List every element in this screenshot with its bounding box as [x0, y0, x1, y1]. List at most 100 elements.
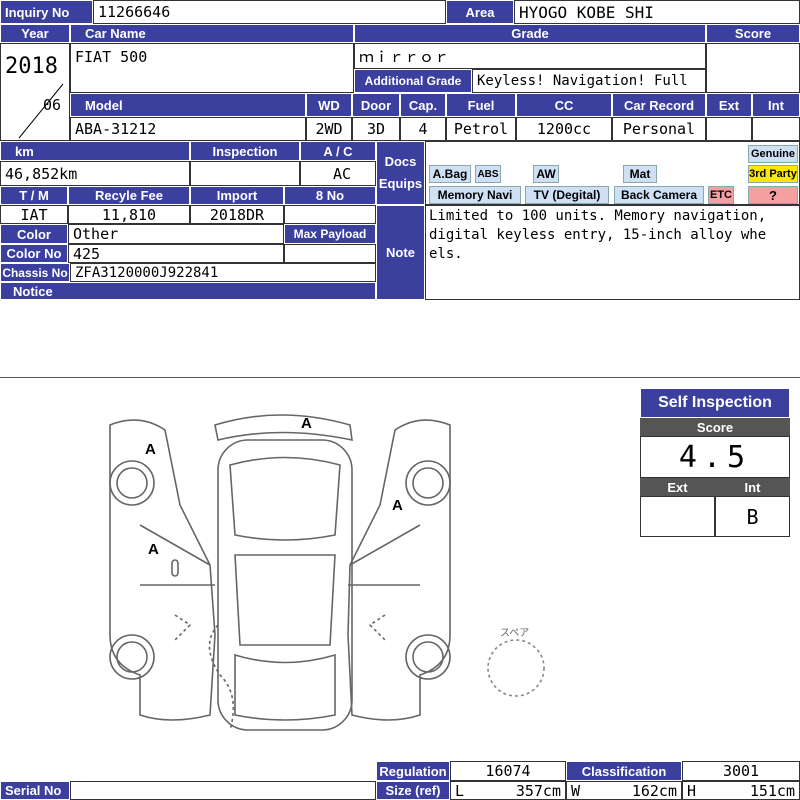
model-label: Model — [70, 93, 306, 117]
cc-value: 1200cc — [516, 117, 612, 141]
notice-area — [0, 300, 800, 378]
back-camera-badge: Back Camera — [614, 186, 704, 204]
self-inspection-ext-value — [640, 496, 715, 537]
score-label: Score — [706, 24, 800, 43]
damage-mark-left-rear: A — [145, 441, 156, 458]
cc-label: CC — [516, 93, 612, 117]
import-value: 2018DR — [190, 205, 284, 224]
damage-mark-right-rear: A — [392, 497, 403, 514]
note-text: Limited to 100 units. Memory navigation,… — [429, 208, 767, 262]
mat-badge: Mat — [623, 165, 657, 183]
car-damage-diagram — [109, 414, 451, 731]
damage-mark-left-door: A — [148, 541, 159, 558]
recyle-fee-label: Recyle Fee — [68, 186, 190, 205]
eight-no-value — [284, 205, 376, 224]
inquiry-no-label: Inquiry No — [0, 0, 93, 24]
damage-mark-rear: A — [301, 415, 312, 432]
memory-navi-badge: Memory Navi — [429, 186, 521, 204]
km-label: km — [0, 141, 190, 161]
regulation-label: Regulation — [376, 761, 450, 781]
width-value: 162cm — [631, 781, 677, 800]
self-inspection-title: Self Inspection — [640, 388, 790, 418]
fuel-value: Petrol — [446, 117, 516, 141]
int-value — [752, 117, 800, 141]
question-badge: ? — [748, 186, 798, 204]
ext-label: Ext — [706, 93, 752, 117]
car-record-label: Car Record — [612, 93, 706, 117]
length-label: L — [455, 781, 465, 800]
color-no-label: Color No — [0, 244, 68, 263]
km-value: 46,852km — [0, 161, 190, 186]
year-value: 2018 — [5, 54, 58, 79]
classification-label: Classification — [566, 761, 682, 781]
size-ref-label: Size (ref) — [376, 781, 450, 800]
grade-value: ｍｉｒｒｏｒ — [354, 43, 706, 69]
abs-badge: ABS — [475, 165, 501, 183]
year-cell: 2018 06 — [0, 43, 70, 141]
area-label: Area — [446, 0, 514, 24]
serial-no-label: Serial No — [0, 781, 70, 800]
additional-grade-value: Keyless! Navigation! Full — [472, 69, 706, 93]
genuine-badge: Genuine — [748, 145, 798, 163]
self-inspection-score-value: 4.5 — [640, 436, 790, 478]
year-label: Year — [0, 24, 70, 43]
abag-badge: A.Bag — [429, 165, 471, 183]
tm-value: IAT — [0, 205, 68, 224]
color-no-value: 425 — [68, 244, 284, 263]
etc-badge: ETC — [708, 186, 734, 204]
top-view — [208, 414, 353, 731]
fuel-label: Fuel — [446, 93, 516, 117]
car-name-value: FIAT 500 — [70, 43, 354, 93]
color-label: Color — [0, 224, 68, 244]
month-value: 06 — [43, 96, 62, 114]
door-value: 3D — [352, 117, 400, 141]
left-side-view — [109, 419, 216, 721]
self-inspection-score-label: Score — [640, 418, 790, 436]
tv-badge: TV (Degital) — [525, 186, 609, 204]
wd-value: 2WD — [306, 117, 352, 141]
chassis-no-value: ZFA3120000J922841 — [70, 263, 376, 282]
notice-label: Notice — [0, 282, 376, 300]
recyle-fee-value: 11,810 — [68, 205, 190, 224]
regulation-value: 16074 — [450, 761, 566, 781]
score-value-cell — [706, 43, 800, 93]
wd-label: WD — [306, 93, 352, 117]
import-label: Import — [190, 186, 284, 205]
length-value: 357cm — [515, 781, 561, 800]
eight-no-label: 8 No — [284, 186, 376, 205]
car-record-value: Personal — [612, 117, 706, 141]
spare-tire-icon — [487, 639, 545, 697]
inspection-label: Inspection — [190, 141, 300, 161]
height-value: 151cm — [749, 781, 795, 800]
int-label: Int — [752, 93, 800, 117]
docs-equips-label: Docs Equips — [376, 141, 425, 205]
max-payload-label: Max Payload — [284, 224, 376, 244]
max-payload-value — [284, 244, 376, 263]
classification-value: 3001 — [682, 761, 800, 781]
serial-no-value — [70, 781, 376, 800]
right-side-view — [347, 419, 451, 721]
tm-label: T / M — [0, 186, 68, 205]
aw-badge: AW — [533, 165, 559, 183]
cap-value: 4 — [400, 117, 446, 141]
ext-value — [706, 117, 752, 141]
size-height-cell: H 151cm — [682, 781, 800, 800]
area-value: HYOGO KOBE SHI — [514, 0, 800, 24]
cap-label: Cap. — [400, 93, 446, 117]
ac-value: AC — [300, 161, 376, 186]
grade-label: Grade — [354, 24, 706, 43]
height-label: H — [687, 781, 697, 800]
car-name-label: Car Name — [70, 24, 354, 43]
additional-grade-label: Additional Grade — [354, 69, 472, 93]
inspection-value — [190, 161, 300, 186]
size-width-cell: W 162cm — [566, 781, 682, 800]
self-inspection-int-label: Int — [715, 478, 790, 496]
color-value: Other — [68, 224, 284, 244]
note-label: Note — [376, 205, 425, 300]
third-party-badge: 3rd Party — [748, 165, 798, 183]
door-label: Door — [352, 93, 400, 117]
model-value: ABA-31212 — [70, 117, 306, 141]
width-label: W — [571, 781, 581, 800]
ac-label: A / C — [300, 141, 376, 161]
self-inspection-int-value: B — [715, 496, 790, 537]
